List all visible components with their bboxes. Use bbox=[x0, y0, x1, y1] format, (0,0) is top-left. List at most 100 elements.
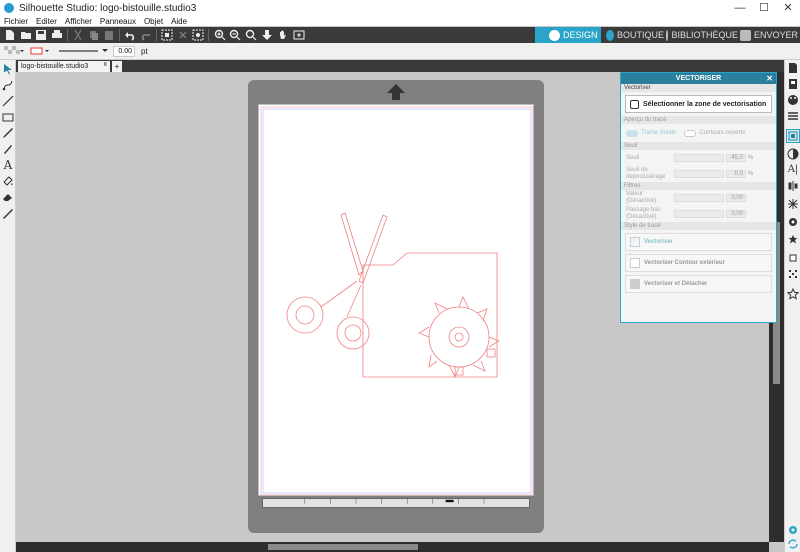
knife-tool-icon[interactable] bbox=[2, 207, 14, 219]
line-tool-icon[interactable] bbox=[2, 95, 14, 107]
lowpass-input[interactable]: 0,00 bbox=[726, 210, 746, 218]
trace-panel-icon[interactable] bbox=[786, 129, 800, 143]
undo-icon[interactable] bbox=[124, 29, 136, 41]
solid-fill-icon bbox=[626, 129, 638, 137]
paste-icon[interactable] bbox=[103, 29, 115, 41]
menu-objet[interactable]: Objet bbox=[144, 17, 163, 26]
section-vectorise: Vectoriser bbox=[621, 84, 776, 92]
trace-button[interactable]: Vectoriser bbox=[625, 233, 772, 251]
line-width-input[interactable]: 0.00 bbox=[113, 46, 135, 57]
menu-afficher[interactable]: Afficher bbox=[65, 17, 92, 26]
add-tab-button[interactable]: + bbox=[112, 61, 122, 72]
copy-icon[interactable] bbox=[88, 29, 100, 41]
toolbar-divider bbox=[208, 29, 209, 41]
pan-hand-icon[interactable] bbox=[277, 29, 289, 41]
star-library-icon[interactable] bbox=[787, 288, 799, 300]
close-window-button[interactable]: ✕ bbox=[776, 0, 800, 16]
main-toolbar: DESIGN BOUTIQUE BIBLIOTHÈQUE ENVOYER bbox=[0, 27, 800, 43]
zoom-out-icon[interactable] bbox=[229, 29, 241, 41]
settings-gear-icon[interactable] bbox=[787, 524, 799, 536]
line-style-select[interactable] bbox=[58, 46, 110, 56]
toolbar-divider bbox=[119, 29, 120, 41]
section-trace-style: Style de tracé bbox=[621, 222, 776, 230]
zoom-in-icon[interactable] bbox=[214, 29, 226, 41]
fill-pattern-swatch[interactable] bbox=[4, 46, 24, 56]
lowpass-slider[interactable] bbox=[674, 210, 724, 218]
brush-tool-icon[interactable] bbox=[2, 143, 14, 155]
scale-input[interactable]: 0,00 bbox=[726, 194, 746, 202]
vectorise-panel: VECTORISER ✕ Vectoriser Sélectionner la … bbox=[620, 72, 777, 323]
preview-outline-option[interactable]: Contours ouverts bbox=[684, 129, 745, 137]
menu-fichier[interactable]: Fichier bbox=[4, 17, 28, 26]
rectangle-tool-icon[interactable] bbox=[2, 111, 14, 123]
cutting-mat bbox=[248, 80, 544, 533]
despeckle-slider[interactable] bbox=[674, 170, 724, 178]
replicate-icon[interactable] bbox=[787, 216, 799, 228]
tab-design[interactable]: DESIGN bbox=[535, 27, 601, 43]
text-tool-icon[interactable]: A bbox=[2, 159, 14, 171]
window-title: Silhouette Studio: logo-bistouille.studi… bbox=[19, 2, 197, 14]
menu-aide[interactable]: Aide bbox=[171, 17, 187, 26]
text-style-icon[interactable]: A| bbox=[787, 164, 799, 176]
open-folder-icon[interactable] bbox=[20, 29, 32, 41]
new-file-icon[interactable] bbox=[4, 29, 16, 41]
edit-points-tool-icon[interactable] bbox=[2, 79, 14, 91]
transform-icon[interactable] bbox=[787, 198, 799, 210]
color-palette-icon[interactable] bbox=[787, 94, 799, 106]
maximize-button[interactable]: ☐ bbox=[752, 0, 776, 16]
horizontal-scroll-thumb[interactable] bbox=[268, 544, 418, 550]
cut-margin-red bbox=[260, 106, 534, 496]
tab-bibliotheque[interactable]: BIBLIOTHÈQUE bbox=[666, 27, 738, 43]
edit-points-icon[interactable] bbox=[192, 29, 204, 41]
despeckle-input[interactable]: 0,0 bbox=[726, 170, 746, 178]
threshold-unit: % bbox=[748, 155, 754, 161]
select-all-icon[interactable] bbox=[161, 29, 173, 41]
select-arrow-icon[interactable] bbox=[2, 63, 14, 75]
fill-tool-icon[interactable] bbox=[2, 175, 14, 187]
title-bar: Silhouette Studio: logo-bistouille.studi… bbox=[0, 0, 800, 16]
trace-and-detach-button[interactable]: Vectoriser et Détacher bbox=[625, 275, 772, 293]
toolbar-divider bbox=[67, 29, 68, 41]
trace-and-detach-label: Vectoriser et Détacher bbox=[644, 281, 708, 287]
outline-icon bbox=[684, 129, 697, 137]
align-icon[interactable] bbox=[787, 180, 799, 192]
app-icon bbox=[4, 3, 14, 13]
threshold-input[interactable]: 45,0 bbox=[726, 154, 746, 162]
save-icon[interactable] bbox=[35, 29, 47, 41]
horizontal-scrollbar[interactable] bbox=[16, 542, 769, 552]
tab-boutique[interactable]: BOUTIQUE bbox=[606, 27, 664, 43]
weld-icon[interactable] bbox=[787, 234, 799, 246]
preview-solid-option[interactable]: Trame Solide bbox=[626, 129, 676, 137]
sync-icon[interactable] bbox=[787, 538, 799, 550]
despeckle-label: Seuil de dépoussiérage bbox=[626, 167, 666, 180]
eraser-tool-icon[interactable] bbox=[2, 191, 14, 203]
move-down-icon[interactable] bbox=[261, 29, 273, 41]
print-icon[interactable] bbox=[51, 29, 63, 41]
page-setup-icon[interactable] bbox=[787, 62, 799, 74]
line-style-icon[interactable] bbox=[787, 110, 799, 122]
menu-editer[interactable]: Editer bbox=[36, 17, 57, 26]
redo-icon[interactable] bbox=[140, 29, 152, 41]
tab-envoyer[interactable]: ENVOYER bbox=[740, 27, 798, 43]
contrast-icon[interactable] bbox=[787, 148, 799, 160]
threshold-slider[interactable] bbox=[674, 154, 724, 162]
select-trace-area-button[interactable]: Sélectionner la zone de vectorisation bbox=[625, 95, 772, 113]
cut-icon[interactable] bbox=[72, 29, 84, 41]
preview-options: Trame Solide Contours ouverts bbox=[621, 124, 776, 142]
zoom-fit-icon[interactable] bbox=[245, 29, 257, 41]
pencil-tool-icon[interactable] bbox=[2, 127, 14, 139]
line-color-swatch[interactable] bbox=[30, 46, 50, 56]
minimize-button[interactable]: — bbox=[728, 0, 752, 16]
scale-slider[interactable] bbox=[674, 194, 724, 202]
offset-icon[interactable] bbox=[787, 252, 799, 264]
deselect-icon[interactable] bbox=[177, 29, 189, 41]
close-tab-icon[interactable]: x bbox=[104, 61, 108, 68]
document-tab[interactable]: logo-bistouille.studio3 x bbox=[18, 61, 110, 72]
add-page-icon[interactable] bbox=[293, 29, 305, 41]
send-panel-icon[interactable] bbox=[787, 78, 799, 90]
style-toolbar: 0.00 pt bbox=[0, 43, 800, 60]
modify-icon[interactable] bbox=[787, 268, 799, 280]
close-panel-icon[interactable]: ✕ bbox=[766, 73, 773, 84]
trace-outer-edge-button[interactable]: Vectoriser Contour extérieur bbox=[625, 254, 772, 272]
menu-panneaux[interactable]: Panneaux bbox=[100, 17, 136, 26]
